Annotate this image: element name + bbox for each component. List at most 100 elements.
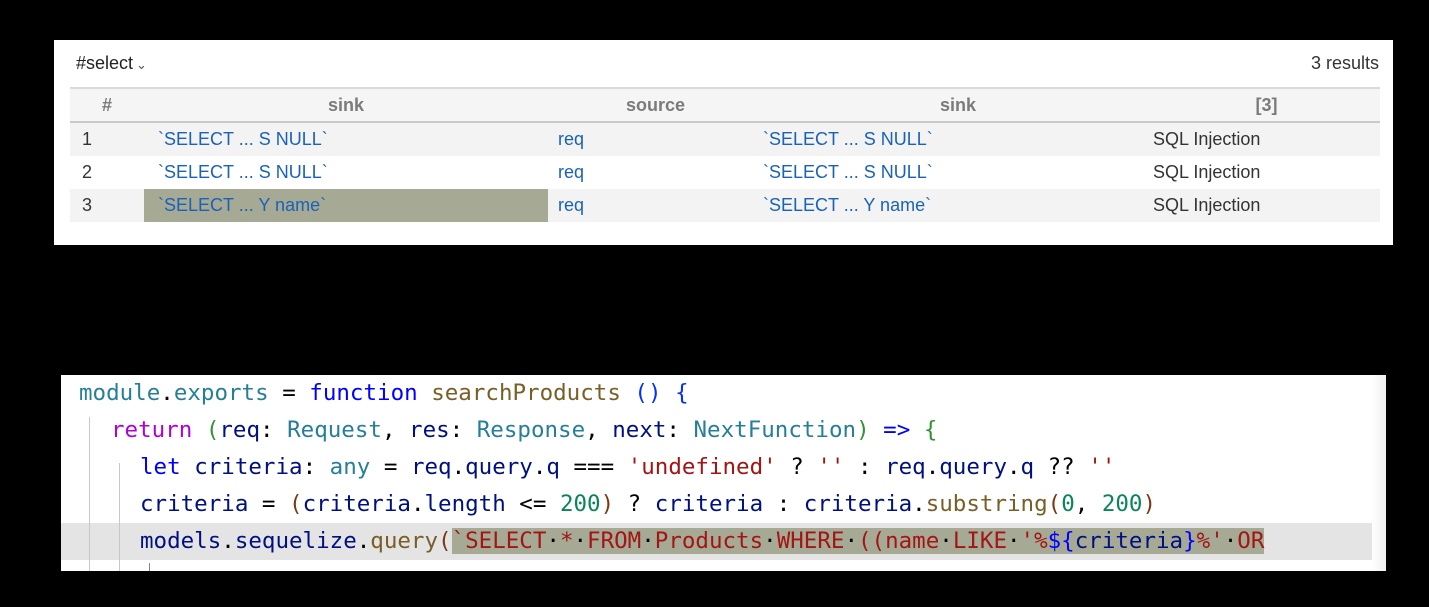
code-token: ( bbox=[1047, 491, 1062, 517]
row-number: 3 bbox=[70, 189, 144, 222]
code-token: . bbox=[410, 491, 425, 517]
code-token: req bbox=[410, 454, 452, 480]
code-line-3[interactable]: let criteria: any = req.query.q === 'und… bbox=[61, 449, 1386, 486]
code-token: () bbox=[634, 380, 662, 406]
code-token: q bbox=[1020, 454, 1035, 480]
code-token: criteria bbox=[194, 454, 303, 480]
sink-link-2[interactable]: `SELECT ... S NULL` bbox=[763, 156, 1153, 189]
code-token: query bbox=[370, 528, 439, 554]
source-link[interactable]: req bbox=[548, 189, 763, 222]
code-token: , bbox=[585, 417, 613, 443]
code-token: => bbox=[883, 417, 911, 443]
query-name: #select bbox=[76, 53, 134, 73]
code-line-content: models.sequelize.query(`SELECT·*·FROM·Pr… bbox=[140, 523, 1265, 560]
code-token: WHERE bbox=[776, 528, 845, 554]
code-token: Request bbox=[287, 417, 382, 443]
indent-guide bbox=[89, 417, 90, 571]
code-token: any bbox=[329, 454, 371, 480]
code-token: ((name bbox=[857, 528, 940, 554]
code-line-1[interactable]: module.exports = function searchProducts… bbox=[61, 375, 1386, 412]
code-token: exports bbox=[173, 380, 269, 406]
code-token: . bbox=[356, 528, 371, 554]
code-token: ? bbox=[776, 454, 818, 480]
sink-link-2[interactable]: `SELECT ... S NULL` bbox=[763, 122, 1153, 156]
code-token: ) bbox=[600, 491, 615, 517]
code-token: module bbox=[79, 380, 161, 406]
code-token: · bbox=[763, 528, 777, 554]
scrollbar-track[interactable] bbox=[1372, 375, 1386, 571]
code-token: 'undefined' bbox=[627, 454, 777, 480]
sink-link[interactable]: `SELECT ... S NULL` bbox=[144, 122, 548, 156]
code-token: . bbox=[1007, 454, 1021, 480]
code-token: Products bbox=[654, 528, 764, 554]
code-token: : bbox=[260, 417, 288, 443]
code-token: q bbox=[546, 454, 560, 480]
column-header-sink-2[interactable]: sink bbox=[763, 87, 1153, 123]
code-editor[interactable]: module.exports = function searchProducts… bbox=[61, 375, 1386, 571]
table-row[interactable]: 1 `SELECT ... S NULL` req `SELECT ... S … bbox=[70, 122, 1380, 156]
column-header-source[interactable]: source bbox=[548, 87, 763, 123]
code-token: . bbox=[925, 454, 940, 480]
code-token: ?? bbox=[1034, 454, 1089, 480]
source-link[interactable]: req bbox=[548, 122, 763, 156]
code-line-content: criteria = (criteria.length <= 200) ? cr… bbox=[140, 486, 1156, 523]
code-token: . bbox=[451, 454, 466, 480]
code-token: res bbox=[409, 417, 450, 443]
code-token: `SELECT bbox=[451, 528, 547, 554]
code-token: return bbox=[111, 417, 193, 443]
code-token: : bbox=[763, 491, 804, 517]
code-token: === bbox=[559, 454, 628, 480]
sink-link-selected[interactable]: `SELECT ... Y name` bbox=[144, 189, 548, 222]
code-line-2[interactable]: return (req: Request, res: Response, nex… bbox=[61, 412, 1386, 449]
code-token: sequelize bbox=[234, 528, 357, 554]
code-token: ( bbox=[205, 417, 220, 443]
code-token: ) bbox=[1142, 491, 1157, 517]
code-token: query bbox=[465, 454, 533, 480]
column-header-alert[interactable]: [3] bbox=[1153, 87, 1380, 123]
code-token: ( bbox=[289, 491, 303, 517]
code-token: 0 bbox=[1061, 491, 1075, 517]
column-header-sink[interactable]: sink bbox=[144, 87, 548, 123]
code-token: · bbox=[844, 528, 858, 554]
query-selector[interactable]: #select ⌄ bbox=[76, 53, 147, 74]
code-token: } bbox=[1183, 528, 1197, 554]
results-header: #select ⌄ 3 results bbox=[76, 53, 1379, 77]
code-token: let bbox=[140, 454, 181, 480]
code-token: . bbox=[912, 491, 926, 517]
code-line-5-current[interactable]: models.sequelize.query(`SELECT·*·FROM·Pr… bbox=[61, 523, 1386, 560]
results-panel: #select ⌄ 3 results # sink source sink [3… bbox=[54, 40, 1393, 245]
sink-link[interactable]: `SELECT ... S NULL` bbox=[144, 156, 548, 189]
column-header-number[interactable]: # bbox=[70, 87, 144, 123]
code-token: ( bbox=[438, 528, 452, 554]
sink-link-2[interactable]: `SELECT ... Y name` bbox=[763, 189, 1153, 222]
code-token: { bbox=[675, 380, 689, 406]
code-token: searchProducts bbox=[431, 380, 621, 406]
code-token: LIKE bbox=[952, 528, 1007, 554]
alert-message: SQL Injection bbox=[1153, 189, 1380, 222]
table-row-selected[interactable]: 3 `SELECT ... Y name` req `SELECT ... Y … bbox=[70, 189, 1380, 222]
code-token: FROM bbox=[587, 528, 642, 554]
code-token: · bbox=[573, 528, 588, 554]
code-token: · bbox=[641, 528, 655, 554]
code-token: : bbox=[666, 417, 694, 443]
code-token: · bbox=[546, 528, 560, 554]
code-token: length bbox=[424, 491, 506, 517]
code-line-4[interactable]: criteria = (criteria.length <= 200) ? cr… bbox=[61, 486, 1386, 523]
code-token: . bbox=[160, 380, 174, 406]
code-token: criteria bbox=[654, 491, 764, 517]
code-token: %' bbox=[1196, 528, 1224, 554]
code-line-6-partial[interactable] bbox=[61, 560, 1386, 571]
code-token: = bbox=[370, 454, 411, 480]
source-link[interactable]: req bbox=[548, 156, 763, 189]
code-token: = bbox=[248, 491, 290, 517]
table-row[interactable]: 2 `SELECT ... S NULL` req `SELECT ... S … bbox=[70, 156, 1380, 189]
code-token: ) bbox=[856, 417, 870, 443]
code-token: function bbox=[309, 380, 418, 406]
code-token: . bbox=[221, 528, 235, 554]
code-token: 200 bbox=[1101, 491, 1143, 517]
results-table: # sink source sink [3] 1 `SELECT ... S N… bbox=[70, 87, 1380, 222]
